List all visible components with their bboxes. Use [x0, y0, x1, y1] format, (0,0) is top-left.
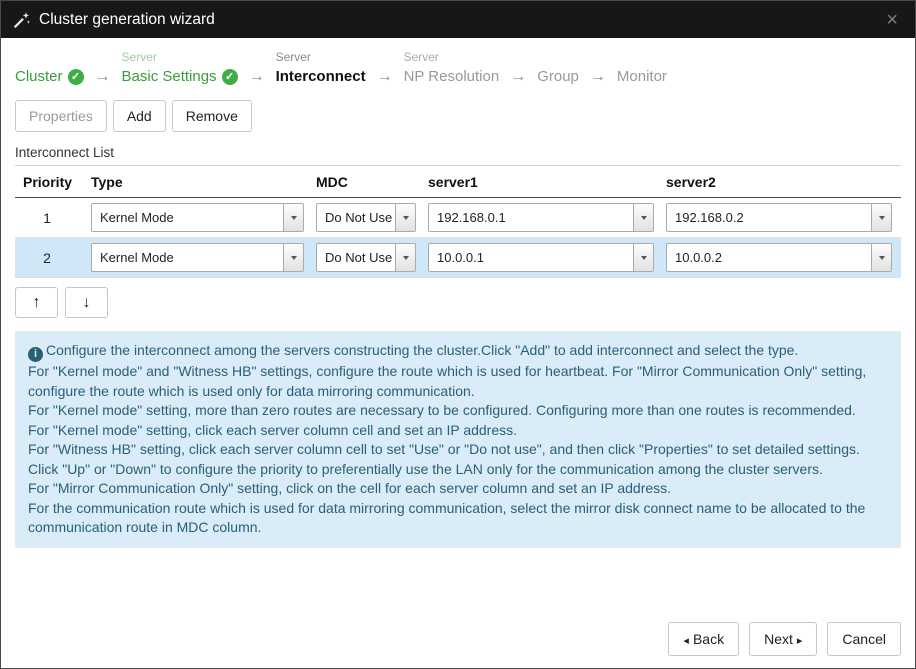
- col-type: Type: [91, 174, 304, 190]
- col-server2: server2: [666, 174, 892, 190]
- wizard-steps: Cluster ✓ → Server Basic Settings ✓ → Serv…: [15, 50, 901, 87]
- close-button[interactable]: ×: [880, 9, 904, 31]
- back-button[interactable]: ◂Back: [668, 622, 739, 656]
- cluster-generation-wizard-dialog: Cluster generation wizard × Cluster ✓ → S…: [0, 0, 916, 669]
- col-mdc: MDC: [316, 174, 416, 190]
- check-icon: ✓: [222, 69, 238, 85]
- server1-select[interactable]: 192.168.0.1: [428, 203, 654, 232]
- chevron-down-icon: [871, 244, 891, 271]
- info-text: For "Kernel mode" and "Witness HB" setti…: [28, 362, 888, 401]
- info-text: For "Mirror Communication Only" setting,…: [28, 479, 888, 499]
- chevron-down-icon: [283, 244, 303, 271]
- step-caption: [617, 50, 667, 67]
- chevron-down-icon: [283, 204, 303, 231]
- interconnect-list-title: Interconnect List: [15, 145, 901, 160]
- step-np-resolution[interactable]: Server NP Resolution: [404, 50, 500, 87]
- priority-cell: 2: [15, 250, 79, 266]
- arrow-right-icon: →: [510, 68, 526, 87]
- step-caption: Server: [276, 50, 366, 67]
- window-title: Cluster generation wizard: [39, 11, 215, 29]
- type-select[interactable]: Kernel Mode: [91, 243, 304, 272]
- server1-select[interactable]: 10.0.0.1: [428, 243, 654, 272]
- arrow-up-icon: ↑: [33, 294, 41, 312]
- mdc-select[interactable]: Do Not Use: [316, 203, 416, 232]
- step-group[interactable]: Group: [537, 50, 579, 87]
- check-icon: ✓: [68, 69, 84, 85]
- priority-cell: 1: [15, 210, 79, 226]
- remove-button[interactable]: Remove: [172, 100, 252, 132]
- chevron-down-icon: [395, 244, 415, 271]
- mdc-select[interactable]: Do Not Use: [316, 243, 416, 272]
- info-text: Click "Up" or "Down" to configure the pr…: [28, 460, 888, 480]
- step-interconnect[interactable]: Server Interconnect: [276, 50, 366, 87]
- interconnect-row-2[interactable]: 2 Kernel Mode Do Not Use 10.0.0.1 10.0.0…: [15, 238, 901, 278]
- move-down-button[interactable]: ↓: [65, 287, 108, 318]
- arrow-down-icon: ↓: [83, 294, 91, 312]
- col-priority: Priority: [15, 174, 79, 190]
- step-label: Monitor: [617, 67, 667, 87]
- dialog-body: Cluster ✓ → Server Basic Settings ✓ → Serv…: [1, 38, 915, 668]
- next-button[interactable]: Next▸: [749, 622, 817, 656]
- title-bar: Cluster generation wizard ×: [1, 1, 915, 38]
- info-icon: i: [28, 347, 43, 362]
- info-text: For "Kernel mode" setting, more than zer…: [28, 401, 888, 421]
- cancel-button[interactable]: Cancel: [827, 622, 901, 656]
- move-up-button[interactable]: ↑: [15, 287, 58, 318]
- info-text: For the communication route which is use…: [28, 499, 888, 538]
- step-caption: [537, 50, 579, 67]
- add-button[interactable]: Add: [113, 100, 166, 132]
- step-monitor[interactable]: Monitor: [617, 50, 667, 87]
- interconnect-table-header: Priority Type MDC server1 server2: [15, 165, 901, 198]
- step-caption: [15, 50, 84, 67]
- chevron-down-icon: [395, 204, 415, 231]
- chevron-down-icon: [871, 204, 891, 231]
- chevron-down-icon: [633, 204, 653, 231]
- priority-controls: ↑ ↓: [15, 287, 901, 318]
- server2-select[interactable]: 10.0.0.2: [666, 243, 892, 272]
- toolbar: Properties Add Remove: [15, 100, 901, 132]
- step-label: NP Resolution: [404, 67, 500, 87]
- step-label: Cluster: [15, 67, 63, 87]
- chevron-down-icon: [633, 244, 653, 271]
- info-text: For "Kernel mode" setting, click each se…: [28, 421, 888, 441]
- step-label: Group: [537, 67, 579, 87]
- wizard-wand-icon: [12, 11, 30, 29]
- arrow-right-icon: →: [95, 68, 111, 87]
- arrow-right-icon: →: [377, 68, 393, 87]
- step-label: Interconnect: [276, 67, 366, 87]
- arrow-right-icon: →: [590, 68, 606, 87]
- properties-button[interactable]: Properties: [15, 100, 107, 132]
- server2-select[interactable]: 192.168.0.2: [666, 203, 892, 232]
- info-panel: iConfigure the interconnect among the se…: [15, 331, 901, 548]
- footer-buttons: ◂Back Next▸ Cancel: [15, 610, 901, 656]
- type-select[interactable]: Kernel Mode: [91, 203, 304, 232]
- step-caption: Server: [122, 50, 238, 67]
- interconnect-row-1[interactable]: 1 Kernel Mode Do Not Use 192.168.0.1 192…: [15, 198, 901, 238]
- step-caption: Server: [404, 50, 500, 67]
- info-text: For "Witness HB" setting, click each ser…: [28, 440, 888, 460]
- info-text: Configure the interconnect among the ser…: [46, 342, 798, 358]
- step-basic-settings[interactable]: Server Basic Settings ✓: [122, 50, 238, 87]
- back-arrow-icon: ◂: [683, 635, 689, 647]
- col-server1: server1: [428, 174, 654, 190]
- close-icon: ×: [886, 9, 898, 31]
- next-arrow-icon: ▸: [797, 635, 803, 647]
- step-cluster[interactable]: Cluster ✓: [15, 50, 84, 87]
- arrow-right-icon: →: [249, 68, 265, 87]
- step-label: Basic Settings: [122, 67, 217, 87]
